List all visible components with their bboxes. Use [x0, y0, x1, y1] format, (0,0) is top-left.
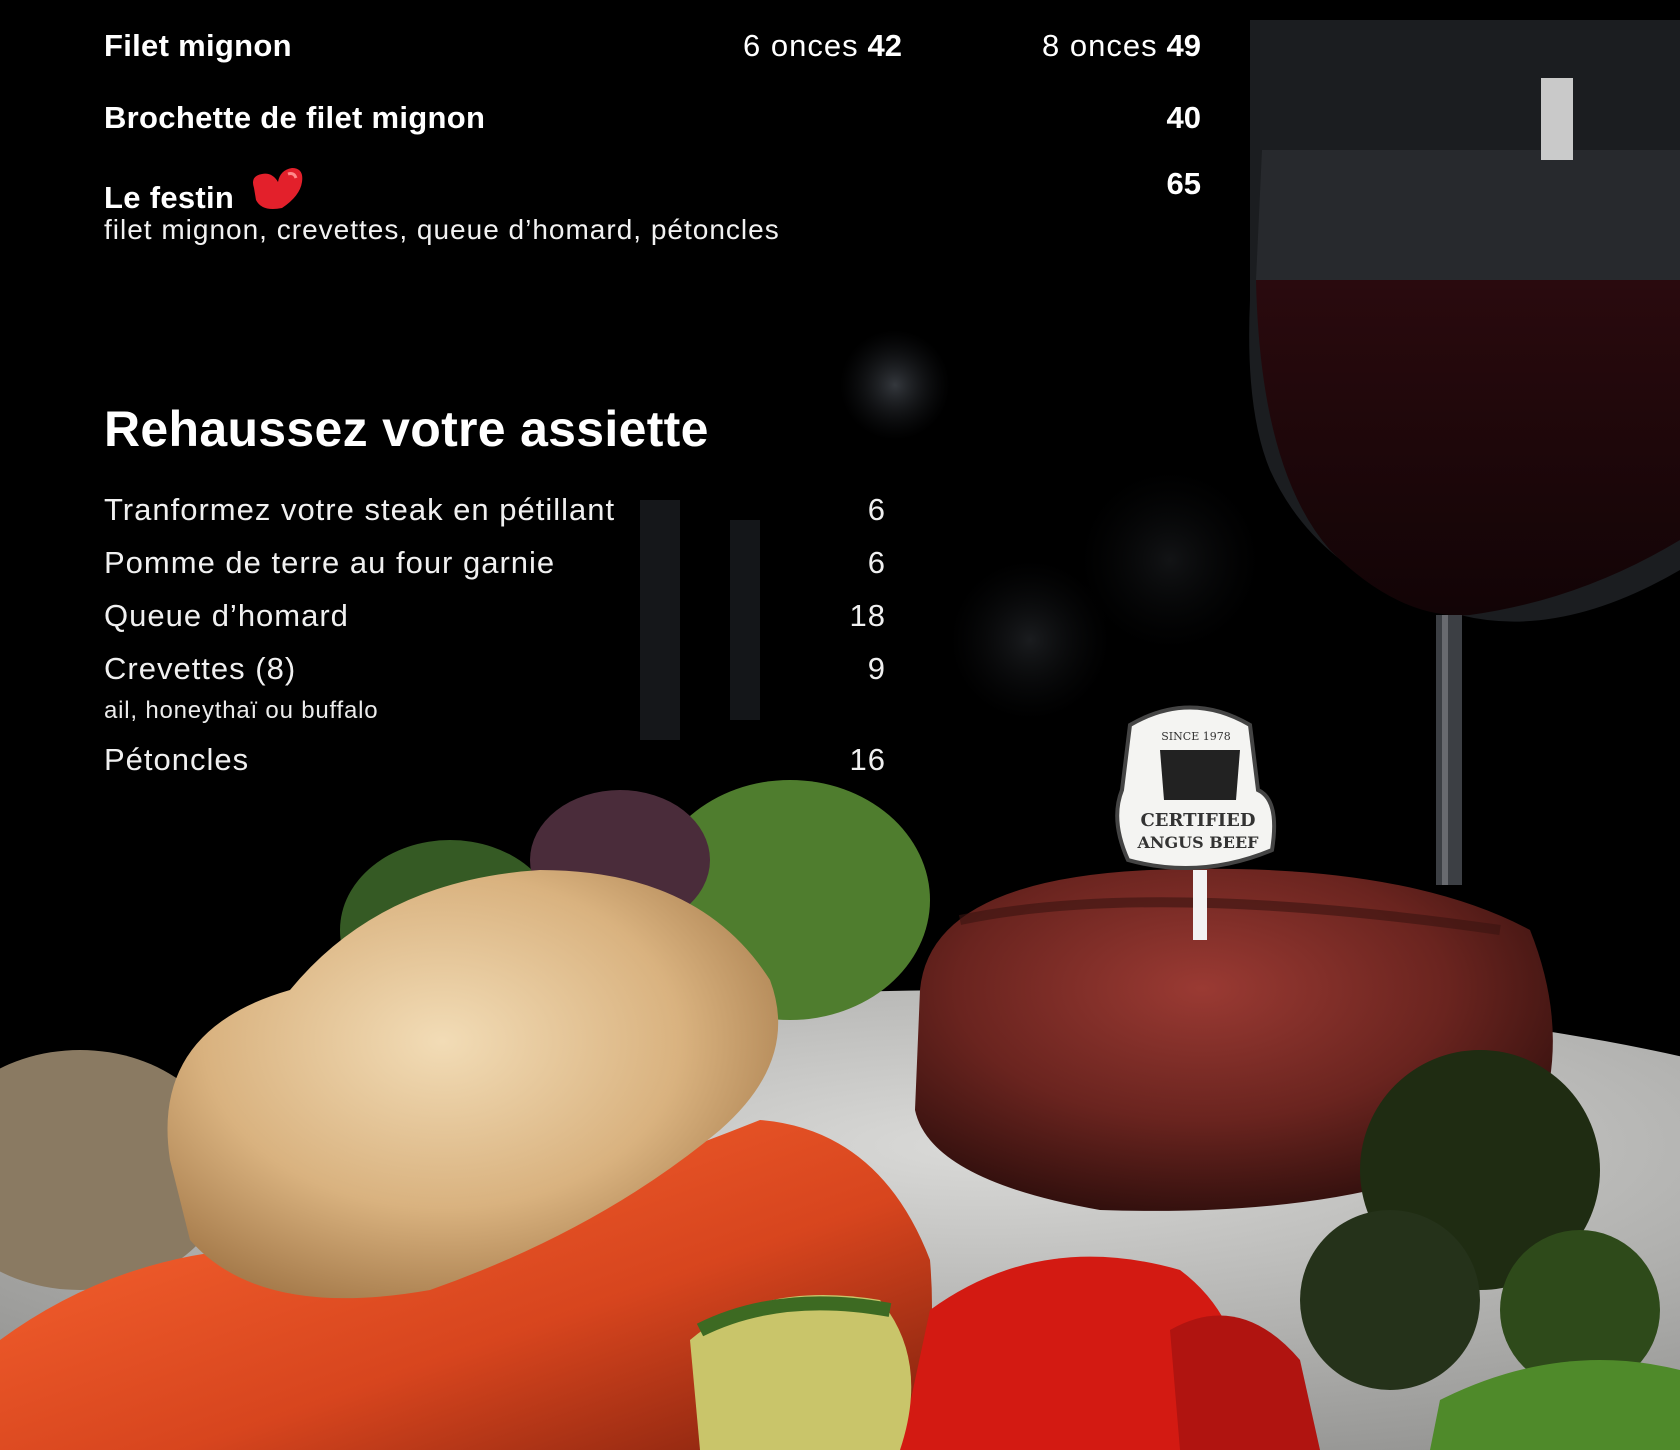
addon-note: ail, honeythaï ou buffalo [104, 697, 379, 724]
price: 49 [1166, 28, 1201, 63]
addon-name: Tranformez votre steak en pétillant [104, 492, 616, 527]
addon-price: 9 [867, 651, 886, 686]
size-price-8oz: 8 onces 49 [104, 28, 1201, 64]
price: 65 [1166, 166, 1201, 201]
addon-name: Pétoncles [104, 742, 250, 777]
price: 40 [1166, 100, 1201, 135]
addon-name: Crevettes (8) [104, 651, 297, 686]
item-description: filet mignon, crevettes, queue d’homard,… [104, 214, 780, 245]
addon-price: 6 [867, 492, 886, 527]
menu-page: Filet mignon 6 onces 42 8 onces 49 Broch… [0, 0, 1680, 1450]
addon-price: 6 [867, 545, 886, 580]
section-title: Rehaussez votre assiette [104, 401, 709, 457]
addon-price: 18 [849, 598, 886, 633]
size-label: 8 onces [1042, 28, 1158, 63]
addon-price: 16 [849, 742, 886, 777]
addon-name: Pomme de terre au four garnie [104, 545, 556, 580]
addon-name: Queue d’homard [104, 598, 349, 633]
